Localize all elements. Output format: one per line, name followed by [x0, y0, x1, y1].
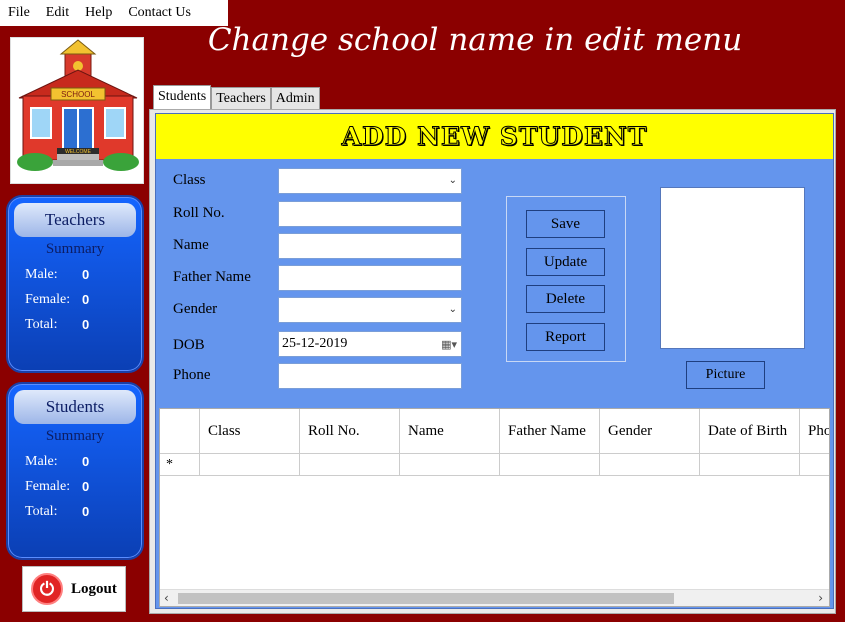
delete-button[interactable]: Delete [526, 285, 605, 313]
father-name-label: Father Name [173, 269, 251, 285]
dob-date-picker[interactable]: 25-12-2019 ▦▾ [278, 331, 462, 357]
logout-button[interactable]: ⏻ Logout [22, 566, 126, 612]
students-summary-subtitle: Summary [45, 428, 105, 444]
roll-no-input[interactable] [278, 201, 462, 227]
school-building-icon: SCHOOL WELCOME [11, 38, 143, 183]
school-logo: SCHOOL WELCOME [10, 37, 144, 184]
students-total-label: Total: [25, 504, 58, 519]
chevron-down-icon: ⌄ [448, 304, 457, 315]
calendar-dropdown-icon[interactable]: ▦▾ [441, 333, 457, 357]
teachers-male-row: Male: 0 [25, 267, 142, 283]
scrollbar-thumb[interactable] [178, 593, 674, 604]
student-picture-box [660, 187, 805, 349]
students-female-count: 0 [82, 479, 90, 494]
menu-help[interactable]: Help [77, 5, 120, 21]
teachers-summary-subtitle: Summary [45, 241, 105, 257]
report-button[interactable]: Report [526, 323, 605, 351]
new-row-cell-roll-no[interactable] [300, 454, 400, 476]
teachers-male-label: Male: [25, 267, 58, 282]
students-male-count: 0 [82, 454, 90, 469]
new-row-cell-father-name[interactable] [500, 454, 600, 476]
column-header-phone[interactable]: Phone [800, 409, 829, 454]
logo-sign-text: SCHOOL [61, 90, 95, 99]
update-button[interactable]: Update [526, 248, 605, 276]
new-row-cell-name[interactable] [400, 454, 500, 476]
gender-label: Gender [173, 301, 218, 317]
column-header-class[interactable]: Class [200, 409, 300, 454]
action-button-group: Save Update Delete Report [506, 196, 626, 362]
column-header-name[interactable]: Name [400, 409, 500, 454]
tab-admin[interactable]: Admin [270, 87, 320, 110]
picture-button[interactable]: Picture [686, 361, 765, 389]
menu-edit[interactable]: Edit [38, 5, 77, 21]
teachers-female-row: Female: 0 [25, 292, 142, 308]
scroll-right-icon[interactable]: › [818, 590, 823, 606]
students-summary-title: Students [14, 390, 136, 424]
horizontal-scrollbar[interactable]: ‹ › [160, 589, 829, 606]
new-row-cell-date-of-birth[interactable] [700, 454, 800, 476]
teachers-total-row: Total: 0 [25, 317, 142, 333]
student-form-area: ADD NEW STUDENT Class ⌄ Roll No. Name Fa… [155, 113, 834, 609]
students-total-row: Total: 0 [25, 504, 142, 520]
teachers-total-label: Total: [25, 317, 58, 332]
new-row-marker: * [160, 454, 200, 476]
roll-no-label: Roll No. [173, 205, 225, 221]
save-button[interactable]: Save [526, 210, 605, 238]
students-male-row: Male: 0 [25, 454, 142, 470]
teachers-male-count: 0 [82, 267, 90, 282]
scroll-left-icon[interactable]: ‹ [164, 590, 169, 606]
gender-select[interactable]: ⌄ [278, 297, 462, 323]
menu-file[interactable]: File [0, 5, 38, 21]
class-label: Class [173, 172, 206, 188]
teachers-summary-panel: Teachers Summary Male: 0 Female: 0 Total… [6, 195, 144, 373]
students-female-row: Female: 0 [25, 479, 142, 495]
students-summary-panel: Students Summary Male: 0 Female: 0 Total… [6, 382, 144, 560]
father-name-input[interactable] [278, 265, 462, 291]
students-male-label: Male: [25, 454, 58, 469]
logout-label: Logout [71, 580, 117, 597]
teachers-total-count: 0 [82, 317, 90, 332]
dob-label: DOB [173, 337, 205, 353]
column-header-roll-no[interactable]: Roll No. [300, 409, 400, 454]
menu-contact-us[interactable]: Contact Us [120, 5, 199, 21]
name-input[interactable] [278, 233, 462, 259]
phone-label: Phone [173, 367, 211, 383]
students-female-label: Female: [25, 479, 71, 494]
new-row-cell-gender[interactable] [600, 454, 700, 476]
tab-teachers[interactable]: Teachers [211, 87, 271, 110]
power-icon: ⏻ [31, 573, 63, 605]
chevron-down-icon: ⌄ [448, 175, 457, 186]
tab-strip: Students Teachers Admin [153, 85, 320, 110]
column-header-gender[interactable]: Gender [600, 409, 700, 454]
students-tab-panel: ADD NEW STUDENT Class ⌄ Roll No. Name Fa… [149, 109, 836, 614]
form-banner: ADD NEW STUDENT [156, 114, 833, 159]
row-header-corner [160, 409, 200, 454]
dob-value: 25-12-2019 [282, 336, 348, 351]
teachers-female-count: 0 [82, 292, 90, 307]
logo-mat-text: WELCOME [65, 149, 92, 155]
class-select[interactable]: ⌄ [278, 168, 462, 194]
tab-students[interactable]: Students [153, 85, 212, 110]
new-row-cell-class[interactable] [200, 454, 300, 476]
name-label: Name [173, 237, 209, 253]
new-row-cell-phone[interactable] [800, 454, 829, 476]
column-header-date-of-birth[interactable]: Date of Birth [700, 409, 800, 454]
students-data-grid[interactable]: Class Roll No. Name Father Name Gender D… [159, 408, 830, 607]
phone-input[interactable] [278, 363, 462, 389]
teachers-female-label: Female: [25, 292, 71, 307]
teachers-summary-title: Teachers [14, 203, 136, 237]
app-title: Change school name in edit menu [207, 22, 743, 58]
students-total-count: 0 [82, 504, 90, 519]
column-header-father-name[interactable]: Father Name [500, 409, 600, 454]
